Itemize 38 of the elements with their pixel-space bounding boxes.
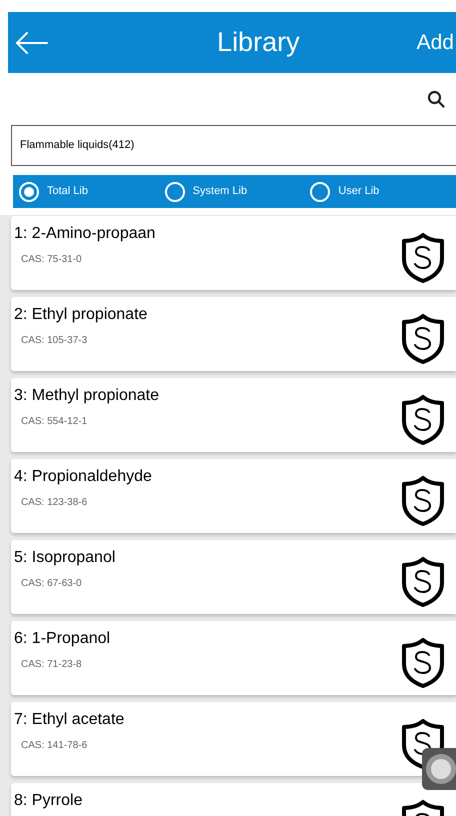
shield-s-icon: [400, 637, 446, 689]
chemical-card[interactable]: 5: Isopropanol CAS: 67-63-0: [11, 540, 456, 614]
chemical-name: 3: Methyl propionate: [14, 386, 159, 406]
chemical-name: 7: Ethyl acetate: [14, 710, 124, 730]
cas-number: CAS: 71-23-8: [21, 658, 83, 672]
chemical-name: 2: Ethyl propionate: [14, 305, 148, 325]
chemical-card[interactable]: 8: Pyrrole: [11, 783, 456, 816]
chemical-name: 4: Propionaldehyde: [14, 467, 152, 487]
shield-s-icon: [400, 394, 446, 446]
chemical-card[interactable]: 7: Ethyl acetate CAS: 141-78-6: [11, 702, 456, 776]
shield-s-icon: [400, 556, 446, 608]
library-radio-option[interactable]: User Lib: [310, 182, 456, 202]
add-button[interactable]: Add: [416, 26, 454, 58]
chemical-card[interactable]: 3: Methyl propionate CAS: 554-12-1: [11, 378, 456, 452]
chemical-card[interactable]: 6: 1-Propanol CAS: 71-23-8: [11, 621, 456, 695]
category-field[interactable]: Flammable liquids(412): [11, 125, 456, 166]
chemical-card[interactable]: 2: Ethyl propionate CAS: 105-37-3: [11, 297, 456, 371]
chemical-card[interactable]: 1: 2-Amino-propaan CAS: 75-31-0: [11, 216, 456, 290]
library-radio-option[interactable]: System Lib: [164, 182, 310, 202]
shield-s-icon: [400, 313, 446, 365]
shield-s-icon: [400, 232, 446, 284]
cas-number: CAS: 75-31-0: [21, 253, 83, 267]
cas-number: CAS: 105-37-3: [21, 334, 88, 348]
header-title: Library: [217, 26, 300, 60]
shield-s-icon: [400, 475, 446, 527]
chemical-name: 1: 2-Amino-propaan: [14, 224, 156, 244]
cas-number: CAS: 67-63-0: [21, 577, 83, 591]
chemical-name: 6: 1-Propanol: [14, 629, 110, 649]
cas-number: CAS: 123-38-6: [21, 496, 88, 510]
cas-number: CAS: 554-12-1: [21, 415, 88, 429]
chemical-name: 8: Pyrrole: [14, 791, 82, 811]
floating-touch-button[interactable]: [422, 748, 456, 790]
back-arrow-icon: [15, 32, 49, 54]
search-icon: [427, 90, 445, 108]
library-radio-option[interactable]: Total Lib: [19, 182, 165, 202]
cas-number: CAS: 141-78-6: [21, 739, 88, 753]
chemical-name: 5: Isopropanol: [14, 548, 116, 568]
chemical-card[interactable]: 4: Propionaldehyde CAS: 123-38-6: [11, 459, 456, 533]
